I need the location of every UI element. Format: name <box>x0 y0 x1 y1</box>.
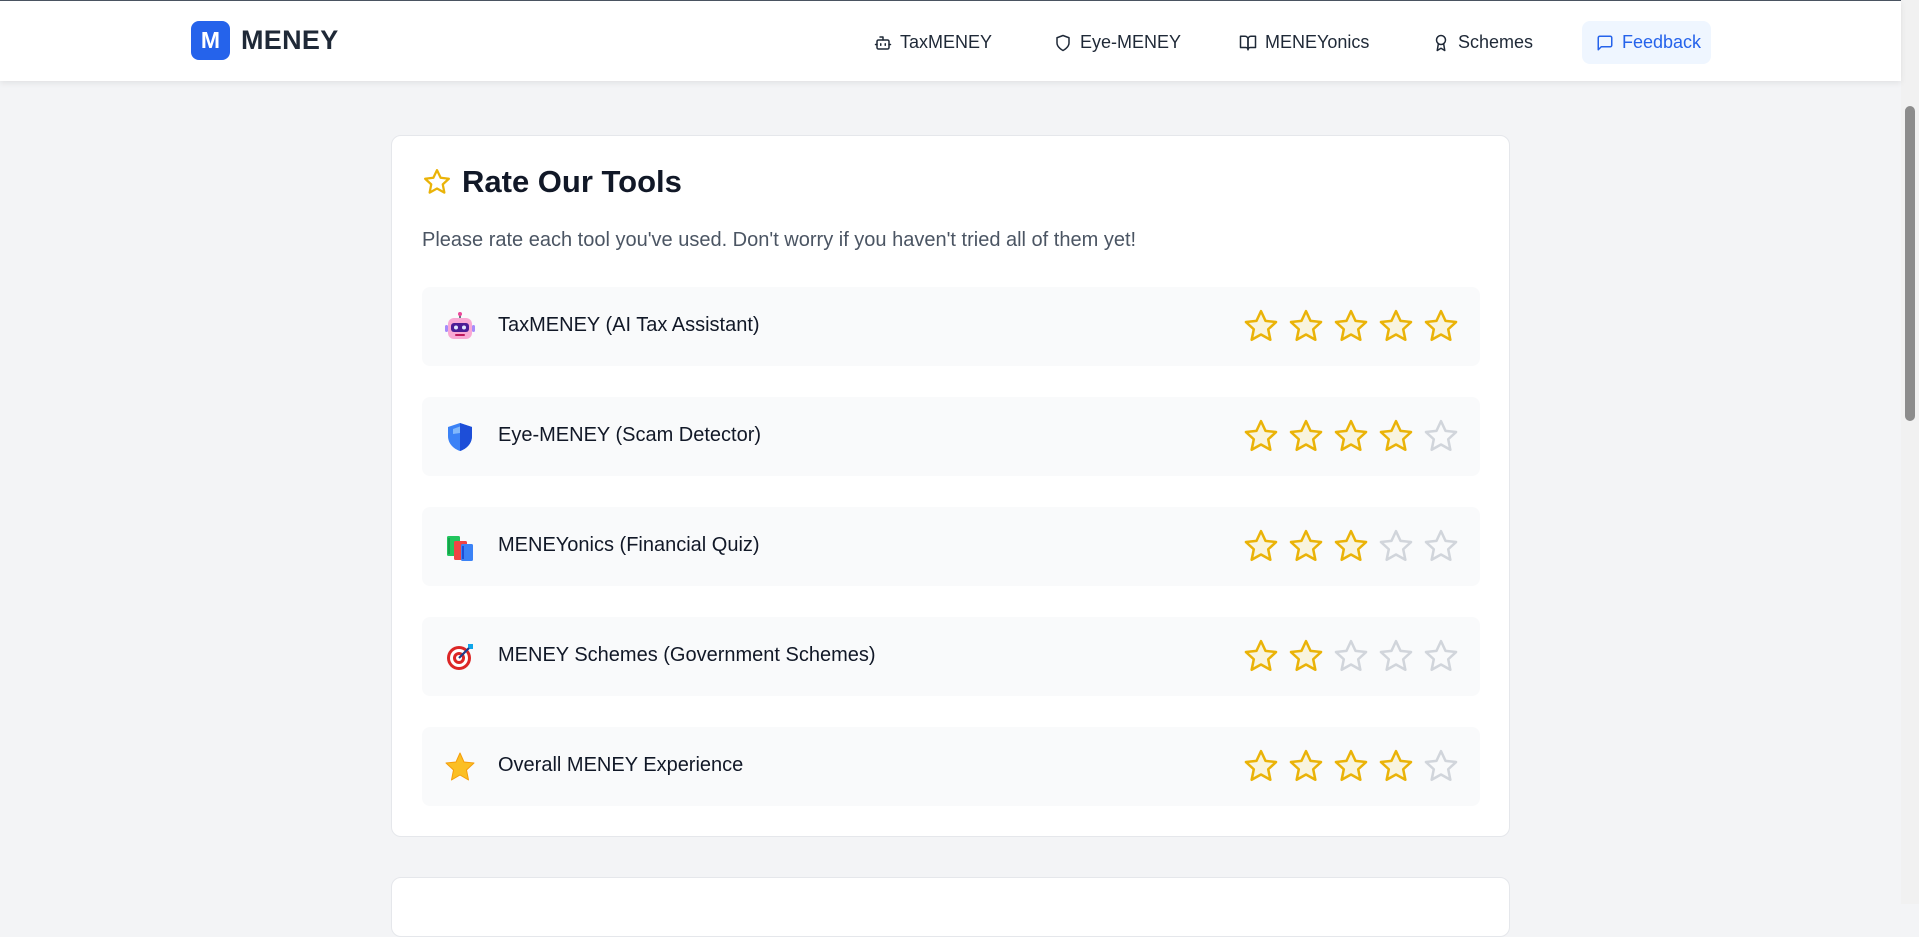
card-heading: Rate Our Tools <box>422 164 682 200</box>
nav-label: Feedback <box>1622 32 1702 52</box>
card-subtitle: Please rate each tool you've used. Don't… <box>422 229 1137 251</box>
tool-rating-row: MENEYonics (Financial Quiz) <box>422 507 1480 586</box>
nav-item-schemes[interactable]: Schemes <box>1418 21 1547 64</box>
books-emoji-icon <box>444 531 476 563</box>
target-emoji-icon <box>444 641 476 673</box>
star-rating <box>1242 417 1460 455</box>
nav-item-taxmeney[interactable]: TaxMENEY <box>860 21 1006 64</box>
tool-rating-row: TaxMENEY (AI Tax Assistant) <box>422 287 1480 366</box>
star-empty-icon[interactable] <box>1377 527 1415 565</box>
star-filled-icon[interactable] <box>1242 637 1280 675</box>
nav-label: Schemes <box>1458 32 1534 52</box>
tool-label: TaxMENEY (AI Tax Assistant) <box>498 314 760 336</box>
star-filled-icon[interactable] <box>1242 307 1280 345</box>
star-rating <box>1242 307 1460 345</box>
star-empty-icon[interactable] <box>1422 417 1460 455</box>
star-filled-icon[interactable] <box>1287 747 1325 785</box>
star-empty-icon[interactable] <box>1422 527 1460 565</box>
star-filled-icon[interactable] <box>1422 307 1460 345</box>
nav-item-meneyonics[interactable]: MENEYonics <box>1225 21 1383 64</box>
nav-label: TaxMENEY <box>900 32 993 52</box>
nav-item-eye-meney[interactable]: Eye-MENEY <box>1040 21 1195 64</box>
tool-label: Overall MENEY Experience <box>498 754 744 776</box>
star-rating <box>1242 637 1460 675</box>
star-filled-icon[interactable] <box>1287 307 1325 345</box>
star-outline-icon <box>424 169 450 194</box>
tool-rating-row: Eye-MENEY (Scam Detector) <box>422 397 1480 476</box>
shield-icon <box>1056 34 1070 51</box>
star-empty-icon[interactable] <box>1422 637 1460 675</box>
star-filled-icon[interactable] <box>1377 307 1415 345</box>
card-title: Rate Our Tools <box>462 164 682 199</box>
main-nav: TaxMENEY Eye-MENEY MENEYonics Schemes Fe… <box>0 21 1901 64</box>
page-scrollbar[interactable] <box>1901 0 1919 904</box>
star-empty-icon[interactable] <box>1377 637 1415 675</box>
star-filled-icon[interactable] <box>1332 747 1370 785</box>
book-icon <box>1239 35 1257 50</box>
star-filled-icon[interactable] <box>1332 417 1370 455</box>
star-empty-icon[interactable] <box>1422 747 1460 785</box>
star-filled-icon[interactable] <box>1242 747 1280 785</box>
rate-tools-card: Rate Our Tools Please rate each tool you… <box>391 135 1510 837</box>
star-rating <box>1242 527 1460 565</box>
star-filled-icon[interactable] <box>1287 637 1325 675</box>
star-filled-icon[interactable] <box>1377 747 1415 785</box>
message-square-icon <box>1597 35 1613 50</box>
nav-item-feedback[interactable]: Feedback <box>1582 21 1711 64</box>
nav-label: MENEYonics <box>1265 32 1370 52</box>
star-filled-icon[interactable] <box>1332 307 1370 345</box>
tool-rating-row: Overall MENEY Experience <box>422 727 1480 806</box>
scrollbar-thumb[interactable] <box>1905 106 1915 421</box>
top-navbar: M MENEY TaxMENEY Eye-MENEY MENEYonics Sc… <box>0 1 1901 81</box>
star-filled-icon[interactable] <box>1242 417 1280 455</box>
star-rating <box>1242 747 1460 785</box>
star-filled-icon[interactable] <box>1332 527 1370 565</box>
star-filled-icon[interactable] <box>1287 527 1325 565</box>
star-filled-icon[interactable] <box>1377 417 1415 455</box>
star-emoji-icon <box>444 751 476 783</box>
star-filled-icon[interactable] <box>1242 527 1280 565</box>
next-section-card <box>391 877 1510 937</box>
shield-emoji-icon <box>444 421 476 453</box>
tool-label: MENEYonics (Financial Quiz) <box>498 534 760 556</box>
award-icon <box>1435 34 1447 51</box>
robot-emoji-icon <box>444 311 476 343</box>
nav-label: Eye-MENEY <box>1080 32 1182 52</box>
tool-label: Eye-MENEY (Scam Detector) <box>498 424 762 446</box>
star-empty-icon[interactable] <box>1332 637 1370 675</box>
tool-rating-row: MENEY Schemes (Government Schemes) <box>422 617 1480 696</box>
robot-icon <box>874 35 892 50</box>
tool-label: MENEY Schemes (Government Schemes) <box>498 644 876 666</box>
star-filled-icon[interactable] <box>1287 417 1325 455</box>
